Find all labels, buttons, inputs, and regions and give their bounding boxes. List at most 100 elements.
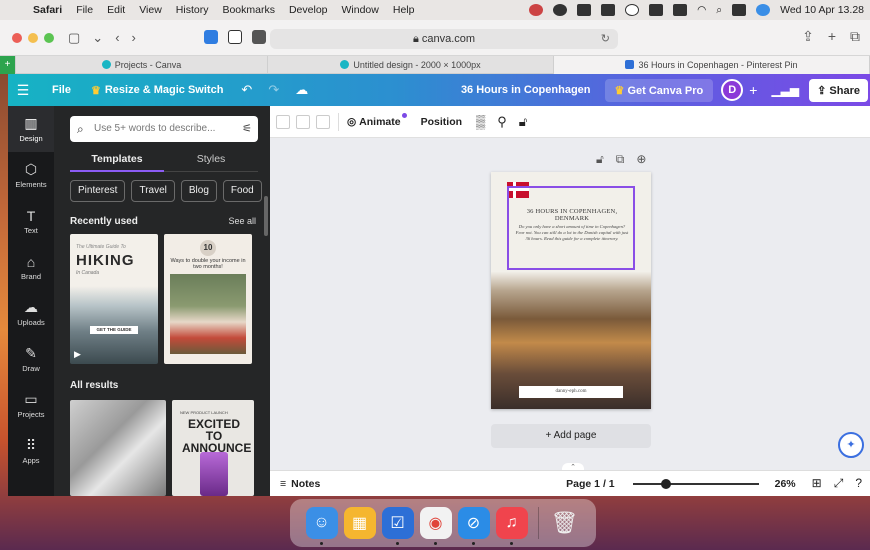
safari-icon[interactable]: ⊘: [457, 507, 490, 545]
add-collaborator-icon[interactable]: +: [749, 82, 757, 98]
page-indicator[interactable]: Page 1 / 1: [566, 478, 614, 490]
chip-pinterest[interactable]: Pinterest: [70, 180, 126, 202]
see-all-link[interactable]: See all: [228, 216, 256, 226]
siri-icon[interactable]: [756, 4, 771, 16]
tab-styles[interactable]: Styles: [164, 150, 258, 172]
menu-bookmarks[interactable]: Bookmarks: [215, 4, 282, 16]
chevron-down-icon[interactable]: ⌄: [92, 30, 103, 46]
rail-projects[interactable]: ▭ Projects: [8, 382, 54, 428]
spotlight-icon[interactable]: ⌕: [716, 4, 722, 17]
zoom-slider[interactable]: [632, 478, 759, 489]
notion-icon[interactable]: [228, 30, 242, 44]
color-swatch[interactable]: [296, 114, 310, 129]
finder-icon[interactable]: ☺: [305, 507, 338, 545]
trash-icon[interactable]: 🗑︎: [549, 507, 581, 539]
menu-icon[interactable]: ☰: [8, 82, 38, 99]
rail-apps[interactable]: ⠿ Apps: [8, 428, 54, 474]
lock-element-icon[interactable]: 🔓︎: [519, 114, 527, 130]
address-bar[interactable]: 🔒︎ canva.com ↻: [270, 29, 618, 49]
design-title[interactable]: 36 HOURS IN COPENHAGEN, DENMARK: [511, 208, 633, 222]
animate-button[interactable]: ◎ Animate: [347, 112, 407, 128]
rail-design[interactable]: ▥ Design: [8, 106, 54, 152]
extension-menu-icon[interactable]: [252, 30, 266, 44]
status-grid-icon[interactable]: [601, 4, 616, 16]
redo-icon[interactable]: ↷: [260, 82, 287, 98]
status-keyboard-icon[interactable]: [649, 4, 664, 16]
extension-icon[interactable]: [204, 30, 218, 44]
grid-view-icon[interactable]: ⊞: [812, 476, 822, 491]
status-record-icon[interactable]: [553, 4, 568, 16]
resize-button[interactable]: ♛ Resize & Magic Switch: [81, 84, 233, 97]
minimize-window-button[interactable]: [28, 33, 38, 43]
paint-format-icon[interactable]: ⚲: [497, 114, 507, 130]
tab-untitled-design[interactable]: Untitled design - 2000 × 1000px: [268, 56, 554, 74]
chip-travel[interactable]: Travel: [131, 180, 175, 202]
cloud-save-icon[interactable]: ☁: [287, 82, 316, 98]
reminders-icon[interactable]: ☑: [381, 507, 414, 545]
template-search-input[interactable]: ⌕ Use 5+ words to describe... ⚟: [70, 116, 258, 142]
tab-copenhagen[interactable]: 36 Hours in Copenhagen - Pinterest Pin: [554, 56, 870, 74]
new-tab-icon[interactable]: +: [828, 28, 836, 45]
color-swatch[interactable]: [316, 114, 330, 129]
menu-app-name[interactable]: Safari: [26, 4, 69, 16]
document-title[interactable]: 36 Hours in Copenhagen: [461, 84, 605, 96]
add-page-button[interactable]: + Add page: [491, 424, 651, 448]
insights-icon[interactable]: ▁▃▅: [771, 83, 799, 97]
chrome-icon[interactable]: ◉: [419, 507, 452, 545]
template-launch[interactable]: NEW PRODUCT LAUNCH EXCITED TO ANNOUNCE: [172, 400, 254, 496]
template-city-collage[interactable]: [70, 400, 166, 496]
rail-uploads[interactable]: ☁ Uploads: [8, 290, 54, 336]
design-body[interactable]: Do you only have a short amount of time …: [515, 224, 629, 242]
back-icon[interactable]: ‹: [115, 30, 119, 46]
chip-food[interactable]: Food: [222, 180, 262, 202]
share-button[interactable]: ⇪ Share: [809, 78, 868, 102]
lock-page-icon[interactable]: 🔓︎: [596, 152, 604, 167]
share-page-icon[interactable]: ⇪: [802, 28, 814, 45]
menu-window[interactable]: Window: [335, 4, 386, 16]
status-app-icon[interactable]: [529, 4, 544, 16]
get-pro-button[interactable]: ♛ Get Canva Pro: [604, 78, 714, 102]
transparency-icon[interactable]: ▒: [476, 114, 485, 130]
menubar-clock[interactable]: Wed 10 Apr 13.28: [780, 4, 864, 16]
help-icon[interactable]: ?: [855, 476, 862, 491]
status-volume-icon[interactable]: [673, 4, 688, 16]
file-menu[interactable]: File: [38, 84, 81, 96]
menu-help[interactable]: Help: [386, 4, 422, 16]
pinned-tab[interactable]: +: [0, 56, 16, 74]
design-url[interactable]: danny-eph.com: [519, 386, 623, 398]
design-page[interactable]: 36 HOURS IN COPENHAGEN, DENMARK Do you o…: [491, 172, 651, 409]
close-window-button[interactable]: [12, 33, 22, 43]
zoom-slider-knob[interactable]: [660, 478, 671, 489]
notes-button[interactable]: ≡ Notes: [270, 478, 320, 490]
color-swatch[interactable]: [276, 114, 290, 129]
fullscreen-window-button[interactable]: [44, 33, 54, 43]
menu-file[interactable]: File: [69, 4, 100, 16]
reload-icon[interactable]: ↻: [601, 29, 610, 49]
menu-develop[interactable]: Develop: [282, 4, 335, 16]
template-hiking[interactable]: The Ultimate Guide To HIKING In Canada G…: [70, 234, 158, 364]
undo-icon[interactable]: ↶: [233, 82, 260, 98]
launchpad-icon[interactable]: ▦: [343, 507, 376, 539]
rail-elements[interactable]: ⬡ Elements: [8, 152, 54, 198]
wifi-icon[interactable]: ◠: [697, 4, 706, 16]
template-income[interactable]: 10 Ways to double your income in two mon…: [164, 234, 252, 364]
rail-text[interactable]: T Text: [8, 198, 54, 244]
rail-brand[interactable]: ⌂ Brand: [8, 244, 54, 290]
position-button[interactable]: Position: [421, 116, 462, 128]
fullscreen-icon[interactable]: ⤢: [834, 476, 844, 491]
menu-view[interactable]: View: [132, 4, 169, 16]
menu-edit[interactable]: Edit: [100, 4, 132, 16]
status-play-icon[interactable]: [625, 4, 640, 16]
panel-scrollbar[interactable]: [264, 196, 268, 236]
control-center-icon[interactable]: [732, 4, 747, 16]
avatar[interactable]: D: [721, 79, 744, 101]
status-cloud-icon[interactable]: [577, 4, 592, 16]
menu-history[interactable]: History: [169, 4, 216, 16]
sidebar-toggle-icon[interactable]: ▢: [68, 30, 80, 46]
magic-assistant-icon[interactable]: ✦: [838, 432, 864, 458]
rail-draw[interactable]: ✎ Draw: [8, 336, 54, 382]
chip-blog[interactable]: Blog: [180, 180, 217, 202]
zoom-level[interactable]: 26%: [775, 478, 796, 490]
tab-overview-icon[interactable]: ⧉: [850, 28, 860, 45]
filter-icon[interactable]: ⚟: [242, 116, 252, 142]
